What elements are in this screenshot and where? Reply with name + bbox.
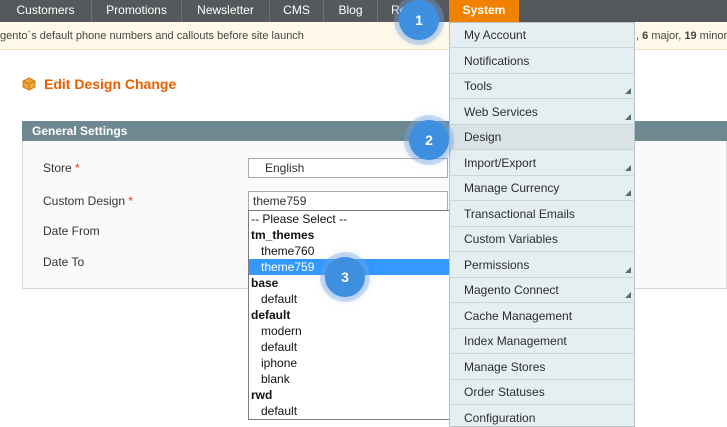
menu-item-label: Order Statuses bbox=[464, 385, 545, 399]
system-menu-item-design[interactable]: Design bbox=[450, 125, 634, 150]
nav-system-label: System bbox=[462, 3, 506, 17]
system-menu-item-my-account[interactable]: My Account bbox=[450, 23, 634, 48]
nav-item-cms[interactable]: CMS bbox=[270, 0, 324, 22]
minor-count: 19 bbox=[684, 30, 697, 42]
system-menu-item-index-management[interactable]: Index Management bbox=[450, 329, 634, 354]
menu-item-label: Cache Management bbox=[464, 308, 573, 323]
store-select[interactable]: English bbox=[248, 158, 448, 178]
system-menu: My Account Notifications Tools Web Services… bbox=[449, 22, 635, 427]
notice-severity[interactable]: , 6 major, 19 minor a bbox=[636, 30, 727, 42]
menu-item-label: Design bbox=[464, 130, 502, 144]
menu-item-label: Import/Export bbox=[464, 155, 537, 170]
required-mark: * bbox=[75, 161, 80, 175]
notice-text: gento`s default phone numbers and callou… bbox=[0, 30, 304, 42]
system-menu-item-web-services[interactable]: Web Services bbox=[450, 100, 634, 125]
system-menu-item-cache-management[interactable]: Cache Management bbox=[450, 304, 634, 329]
menu-item-label: My Account bbox=[464, 28, 527, 42]
system-menu-item-manage-currency[interactable]: Manage Currency bbox=[450, 176, 634, 201]
date-from-label: Date From bbox=[43, 224, 100, 238]
menu-item-label: Manage Stores bbox=[464, 359, 546, 374]
store-label: Store * bbox=[43, 161, 80, 175]
system-menu-item-notifications[interactable]: Notifications bbox=[450, 49, 634, 74]
system-menu-item-magento-connect[interactable]: Magento Connect bbox=[450, 278, 634, 303]
custom-design-select[interactable]: theme759 bbox=[248, 191, 448, 211]
menu-item-label: Permissions bbox=[464, 257, 530, 272]
submenu-arrow-icon bbox=[625, 88, 631, 94]
minor-label: minor a bbox=[699, 30, 727, 42]
nav-item-blog[interactable]: Blog bbox=[324, 0, 378, 22]
callout-2: 2 bbox=[409, 120, 449, 160]
menu-item-label: Index Management bbox=[464, 334, 567, 348]
system-menu-item-import-export[interactable]: Import/Export bbox=[450, 151, 634, 176]
menu-item-label: Magento Connect bbox=[464, 283, 559, 297]
menu-item-label: Tools bbox=[464, 79, 493, 93]
nav-label: Customers bbox=[16, 3, 75, 17]
nav-label: Newsletter bbox=[197, 3, 254, 17]
major-count: 6 bbox=[642, 30, 649, 42]
system-menu-item-configuration[interactable]: Configuration bbox=[450, 406, 634, 427]
custom-design-label-text: Custom Design bbox=[43, 194, 126, 208]
menu-item-label: Transactional Emails bbox=[464, 206, 575, 221]
menu-item-label: Notifications bbox=[464, 53, 530, 68]
submenu-arrow-icon bbox=[625, 190, 631, 196]
callout-3: 3 bbox=[325, 257, 365, 297]
submenu-arrow-icon bbox=[625, 113, 631, 120]
nav-label: CMS bbox=[283, 3, 310, 17]
submenu-arrow-icon bbox=[625, 164, 631, 171]
required-mark: * bbox=[128, 194, 134, 208]
submenu-arrow-icon bbox=[625, 292, 631, 298]
store-label-text: Store bbox=[43, 161, 72, 175]
major-label: major, bbox=[651, 30, 682, 42]
system-menu-item-manage-stores[interactable]: Manage Stores bbox=[450, 355, 634, 380]
callout-1: 1 bbox=[399, 0, 439, 40]
top-nav: Customers Promotions Newsletter CMS Blog… bbox=[0, 0, 727, 22]
menu-item-label: Manage Currency bbox=[464, 181, 560, 195]
menu-item-label: Custom Variables bbox=[464, 232, 558, 246]
menu-item-label: Web Services bbox=[464, 104, 538, 119]
menu-item-label: Configuration bbox=[464, 410, 536, 425]
nav-item-promotions[interactable]: Promotions bbox=[92, 0, 182, 22]
box-icon bbox=[22, 77, 36, 91]
nav-item-newsletter[interactable]: Newsletter bbox=[182, 0, 270, 22]
system-menu-item-custom-variables[interactable]: Custom Variables bbox=[450, 227, 634, 252]
nav-label: Promotions bbox=[106, 3, 167, 17]
system-menu-item-order-statuses[interactable]: Order Statuses bbox=[450, 380, 634, 405]
nav-label: Blog bbox=[338, 3, 363, 17]
submenu-arrow-icon bbox=[625, 266, 631, 273]
nav-item-system[interactable]: System bbox=[449, 0, 519, 22]
page-title: Edit Design Change bbox=[44, 76, 177, 92]
system-menu-item-permissions[interactable]: Permissions bbox=[450, 253, 634, 278]
date-to-label: Date To bbox=[43, 255, 85, 269]
system-menu-item-transactional-emails[interactable]: Transactional Emails bbox=[450, 202, 634, 227]
system-menu-item-tools[interactable]: Tools bbox=[450, 74, 634, 99]
custom-design-label: Custom Design * bbox=[43, 194, 133, 208]
nav-item-customers[interactable]: Customers bbox=[0, 0, 92, 22]
